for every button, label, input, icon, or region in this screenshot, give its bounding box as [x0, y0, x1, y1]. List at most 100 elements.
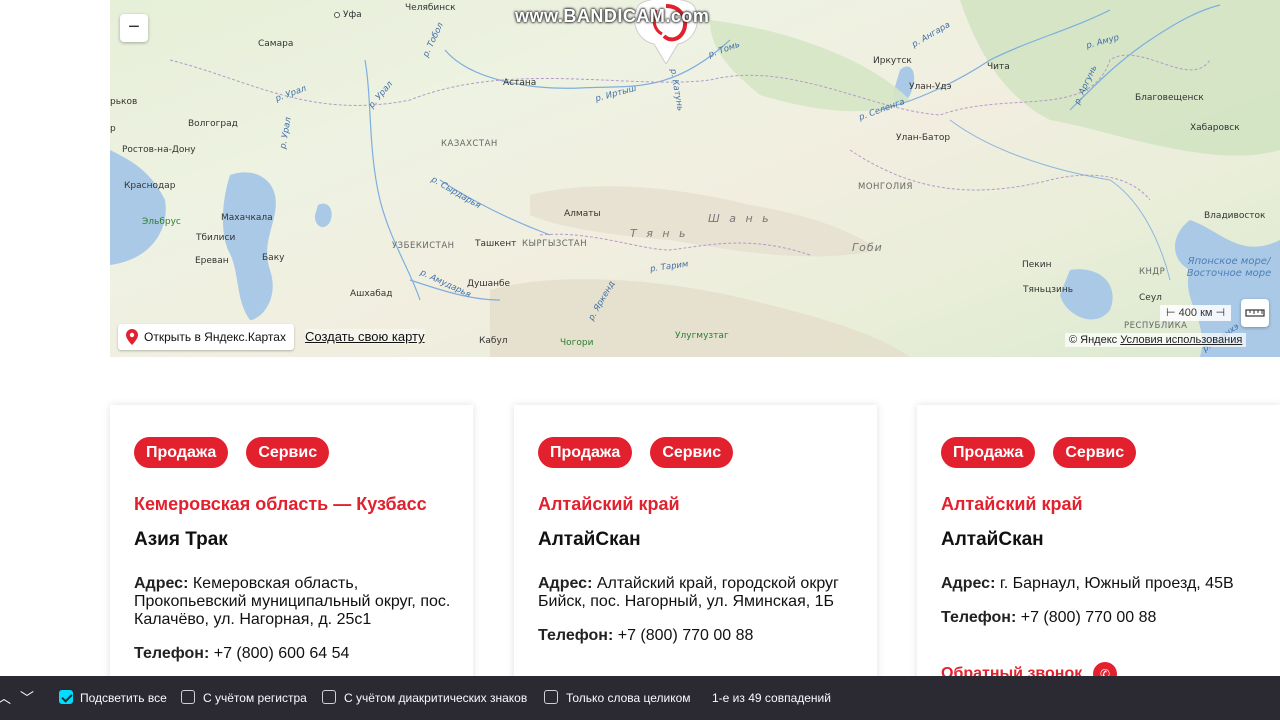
highlight-all-label[interactable]: Подсветить все — [80, 690, 167, 706]
map-label-chelyabinsk: Челябинск — [405, 3, 456, 13]
phone-label: Телефон: — [538, 627, 614, 644]
address-label: Адрес: — [941, 575, 996, 592]
map-label-kazakhstan: КАЗАХСТАН — [441, 139, 498, 149]
map-label-beijing: Пекин — [1022, 260, 1052, 270]
card-company: АлтайСкан — [538, 529, 641, 550]
ruler-button[interactable] — [1241, 299, 1269, 327]
map-label-rostov: Ростов-на-Дону — [122, 145, 196, 155]
copyright-text: © Яндекс — [1069, 334, 1118, 346]
map-label-ufa: Уфа — [334, 10, 362, 20]
map-label-khabarovsk: Хабаровск — [1190, 123, 1240, 133]
map-label-ulugmuztag: Улугмузтаг — [675, 331, 729, 341]
card-tags: Продажа Сервис — [941, 437, 1137, 468]
map-label-almaty: Алматы — [564, 209, 601, 219]
zoom-out-button[interactable]: − — [120, 14, 148, 42]
map-label-irkutsk: Иркутск — [873, 56, 912, 66]
find-previous-icon[interactable]: ︿ — [0, 688, 14, 708]
map-label-gobi: Гоби — [852, 241, 883, 254]
map-label-chita: Чита — [987, 62, 1010, 72]
map-label-kndr: КНДР — [1139, 267, 1166, 277]
scale-bar-icon: ⊢ — [1166, 307, 1176, 319]
map-label-vladivostok: Владивосток — [1204, 211, 1266, 221]
minus-icon: − — [128, 16, 140, 38]
find-next-icon[interactable]: ﹀ — [17, 688, 37, 708]
create-map-link[interactable]: Создать свою карту — [305, 329, 425, 344]
tag-sale[interactable]: Продажа — [538, 437, 633, 468]
map-label-baku: Баку — [262, 253, 285, 263]
address-value: г. Барнаул, Южный проезд, 45В — [999, 575, 1234, 592]
scale-bar-end-icon: ⊣ — [1215, 307, 1226, 319]
map-label-volgograd: Волгоград — [188, 119, 238, 129]
match-case-checkbox[interactable] — [181, 690, 195, 704]
highlight-all-checkbox[interactable] — [59, 690, 73, 704]
card-phone: Телефон: +7 (800) 770 00 88 — [538, 627, 753, 645]
dealer-card-1: Продажа Сервис Кемеровская область — Куз… — [110, 405, 473, 705]
address-label: Адрес: — [134, 575, 189, 592]
tag-sale[interactable]: Продажа — [134, 437, 229, 468]
tag-service[interactable]: Сервис — [246, 437, 330, 468]
card-company: Азия Трак — [134, 529, 228, 550]
open-in-yandex-label: Открыть в Яндекс.Картах — [144, 330, 286, 344]
map-label-tianjin: Тяньцзинь — [1023, 285, 1074, 295]
tag-service[interactable]: Сервис — [650, 437, 734, 468]
card-address: Адрес: Алтайский край, городской округ Б… — [538, 575, 858, 611]
map-label-tbilisi: Тбилиси — [196, 233, 236, 243]
location-pin-icon — [126, 329, 138, 345]
match-case-label[interactable]: С учётом регистра — [203, 690, 307, 706]
whole-words-label[interactable]: Только слова целиком — [566, 690, 691, 706]
card-region: Кемеровская область — Кузбасс — [134, 494, 427, 514]
match-count: 1-е из 49 совпадений — [712, 691, 831, 705]
map-label-dushanbe: Душанбе — [467, 279, 511, 289]
map-label-blagoveshchensk: Благовещенск — [1135, 93, 1204, 103]
map-label-uzbekistan: УЗБЕКИСТАН — [392, 241, 455, 251]
map-label-samara: Самара — [258, 39, 294, 49]
card-phone: Телефон: +7 (800) 600 64 54 — [134, 645, 349, 663]
open-in-yandex-maps-button[interactable]: Открыть в Яндекс.Картах — [118, 324, 294, 350]
map-label-tashkent: Ташкент — [475, 239, 517, 249]
map-label-chogori: Чогори — [560, 338, 594, 348]
map-label-elbrus: Эльбрус — [142, 217, 181, 227]
phone-link[interactable]: +7 (800) 600 64 54 — [214, 645, 350, 662]
scale-label: 400 км — [1178, 307, 1213, 319]
map-label-makhachkala: Махачкала — [221, 213, 273, 223]
map-label-korea: РЕСПУБЛИКА — [1124, 321, 1188, 331]
card-region: Алтайский край — [538, 494, 680, 514]
map-label-kyrgyzstan: КЫРГЫЗСТАН — [522, 239, 588, 249]
map-label-tian: Т я н ь — [630, 227, 689, 240]
dealer-card-2: Продажа Сервис Алтайский край АлтайСкан … — [514, 405, 877, 705]
bandicam-watermark: www.BANDICAM.com — [515, 6, 710, 26]
map-label-sea-of-japan: Японское море/Восточное море — [1186, 256, 1272, 279]
ruler-icon — [1245, 309, 1265, 317]
phone-link[interactable]: +7 (800) 770 00 88 — [1021, 609, 1157, 626]
card-phone: Телефон: +7 (800) 770 00 88 — [941, 609, 1156, 627]
map-label-seoul: Сеул — [1139, 293, 1162, 303]
map-label-yerevan: Ереван — [195, 256, 229, 266]
map-label-ashgabat: Ашхабад — [350, 289, 393, 299]
card-address: Адрес: Кемеровская область, Прокопьевски… — [134, 575, 454, 629]
tag-service[interactable]: Сервис — [1053, 437, 1137, 468]
map-label-astana: Астана — [503, 78, 537, 88]
find-in-page-bar: ︿ ﹀ Подсветить все С учётом регистра С у… — [0, 676, 1280, 720]
yandex-map[interactable]: Уфа Челябинск Самара Астана Иркутск Чита… — [110, 0, 1280, 357]
map-label-kharkov: рьков — [110, 97, 138, 107]
match-diacritics-checkbox[interactable] — [322, 690, 336, 704]
map-label-fragment: р — [110, 124, 116, 134]
phone-label: Телефон: — [134, 645, 210, 662]
phone-link[interactable]: +7 (800) 770 00 88 — [618, 627, 754, 644]
card-tags: Продажа Сервис — [134, 437, 330, 468]
card-tags: Продажа Сервис — [538, 437, 734, 468]
terms-of-use-link[interactable]: Условия использования — [1120, 334, 1242, 346]
map-label-kabul: Кабул — [479, 336, 508, 346]
address-label: Адрес: — [538, 575, 593, 592]
map-label-ulan-ude: Улан-Удэ — [909, 82, 952, 92]
card-address: Адрес: г. Барнаул, Южный проезд, 45В — [941, 575, 1261, 593]
map-copyright: © Яндекс Условия использования — [1065, 333, 1247, 347]
whole-words-checkbox[interactable] — [544, 690, 558, 704]
match-diacritics-label[interactable]: С учётом диакритических знаков — [344, 690, 527, 706]
card-region: Алтайский край — [941, 494, 1083, 514]
map-scale: ⊢ 400 км ⊣ — [1160, 305, 1232, 321]
map-label-krasnodar: Краснодар — [124, 181, 176, 191]
phone-label: Телефон: — [941, 609, 1017, 626]
map-label-mongolia: МОНГОЛИЯ — [858, 182, 913, 192]
tag-sale[interactable]: Продажа — [941, 437, 1036, 468]
